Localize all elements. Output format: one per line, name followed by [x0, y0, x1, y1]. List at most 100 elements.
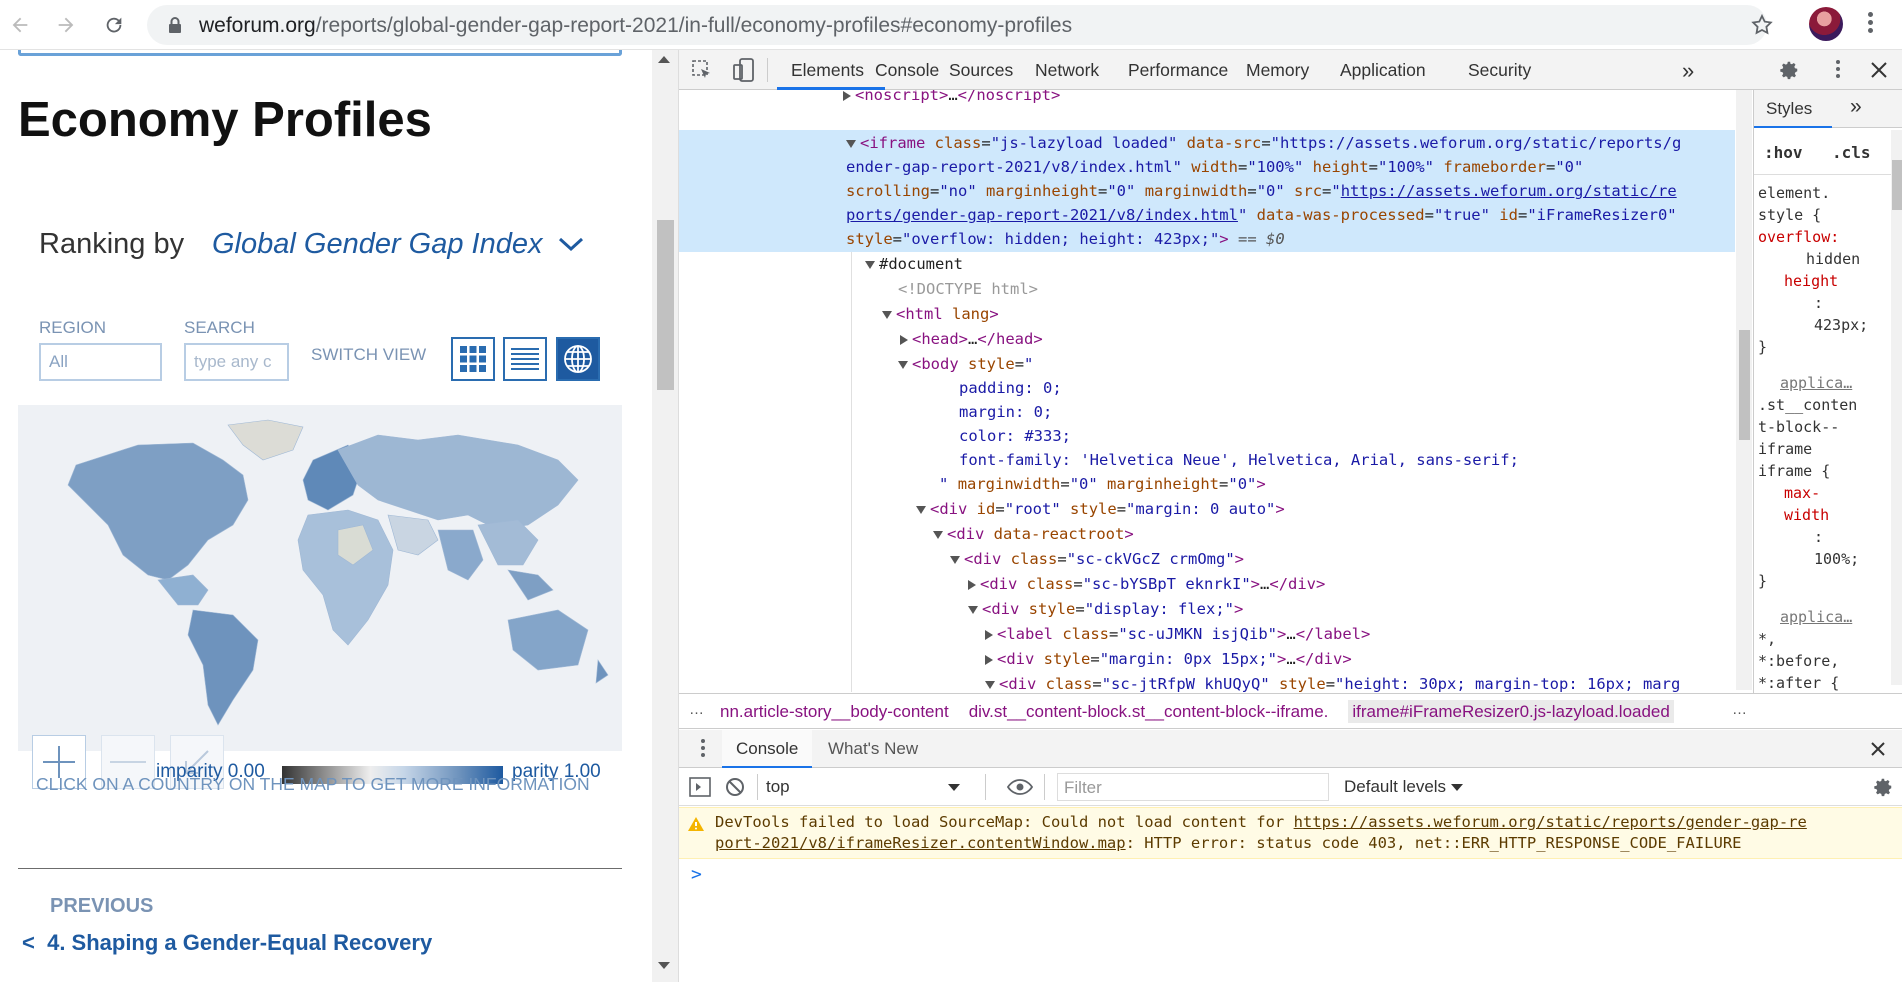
bookmark-star-icon[interactable] [1750, 13, 1774, 37]
dom-line[interactable]: padding: 0; [959, 376, 1062, 400]
style-line[interactable]: 423px; [1758, 314, 1896, 336]
menu-kebab-icon[interactable] [1868, 12, 1874, 38]
dom-line[interactable]: <body style=" [898, 352, 1033, 376]
previous-link[interactable]: < 4. Shaping a Gender-Equal Recovery [22, 930, 432, 956]
dom-line[interactable]: color: #333; [959, 424, 1071, 448]
breadcrumb-item[interactable]: div.st__content-block.st__content-block-… [969, 702, 1329, 721]
elements-scroll-thumb[interactable] [1739, 330, 1750, 440]
tab-application[interactable]: Application [1340, 60, 1426, 81]
dom-line[interactable]: <!DOCTYPE html> [898, 277, 1038, 301]
styles-rules[interactable]: element. style {overflow: hidden height:423… [1758, 182, 1896, 693]
dom-line[interactable]: <div style="margin: 0px 15px;">…</div> [985, 647, 1352, 671]
search-input[interactable]: type any c [184, 343, 289, 381]
page-scrollbar[interactable] [652, 50, 679, 982]
dom-line[interactable]: ports/gender-gap-report-2021/v8/index.ht… [846, 203, 1677, 227]
dom-line[interactable]: scrolling="no" marginheight="0" marginwi… [846, 179, 1677, 203]
reload-icon[interactable] [100, 11, 128, 39]
world-map[interactable] [18, 405, 622, 751]
style-line[interactable]: style { [1758, 204, 1896, 226]
tab-elements[interactable]: Elements [791, 60, 864, 81]
styles-more-button[interactable]: » [1850, 95, 1862, 119]
breadcrumb-item[interactable]: iframe#iFrameResizer0.js-lazyload.loaded [1348, 700, 1674, 723]
breadcrumb-item[interactable]: nn.article-story__body-content [720, 702, 949, 721]
style-line[interactable]: *, [1758, 628, 1896, 650]
eye-icon[interactable] [1007, 778, 1033, 796]
back-icon[interactable] [6, 11, 34, 39]
log-levels-select[interactable]: Default levels [1344, 777, 1463, 797]
style-line[interactable]: max- [1758, 482, 1896, 504]
clear-console-icon[interactable] [725, 777, 745, 797]
drawer-menu-icon[interactable] [701, 739, 706, 759]
style-line[interactable]: : [1758, 292, 1896, 314]
style-line[interactable]: applica… [1758, 372, 1896, 394]
console-prompt[interactable]: > [691, 864, 702, 885]
styles-scrollbar[interactable] [1891, 130, 1902, 685]
inspect-element-icon[interactable] [691, 59, 713, 81]
dom-line[interactable]: <label class="sc-uJMKN isjQib">…</label> [985, 622, 1370, 646]
style-line[interactable]: hidden [1758, 248, 1896, 270]
style-line[interactable]: applica… [1758, 606, 1896, 628]
elements-tree[interactable]: ••• <noscript>…</noscript> <iframe class… [679, 90, 1743, 693]
style-line[interactable]: height [1758, 270, 1896, 292]
styles-tab[interactable]: Styles [1766, 99, 1812, 119]
style-line[interactable]: *:before, [1758, 650, 1896, 672]
dom-line[interactable]: " marginwidth="0" marginheight="0"> [939, 472, 1266, 496]
scroll-down-icon[interactable] [658, 962, 670, 969]
map-view-button[interactable] [556, 337, 600, 381]
dom-line[interactable]: style="overflow: hidden; height: 423px;"… [846, 227, 1285, 251]
warning-link-cont[interactable]: port-2021/v8/iframeResizer.contentWindow… [715, 834, 1126, 852]
ranking-dropdown[interactable]: Global Gender Gap Index [212, 228, 585, 261]
tab-network[interactable]: Network [1035, 60, 1099, 81]
devtools-menu-icon[interactable] [1836, 60, 1841, 82]
style-line[interactable]: overflow: [1758, 226, 1896, 248]
close-devtools-icon[interactable] [1870, 61, 1888, 79]
page-scroll-thumb[interactable] [657, 220, 674, 390]
style-line[interactable]: .st__conten [1758, 394, 1896, 416]
drawer-tab-console[interactable]: Console [736, 739, 798, 759]
style-line[interactable]: } [1758, 570, 1896, 592]
scroll-up-icon[interactable] [658, 56, 670, 63]
style-line[interactable]: iframe { [1758, 460, 1896, 482]
breadcrumb-ellipsis[interactable]: … [689, 701, 704, 718]
tab-security[interactable]: Security [1468, 60, 1531, 81]
tab-console[interactable]: Console [875, 60, 939, 81]
dom-line[interactable]: <div style="display: flex;"> [968, 597, 1243, 621]
sidebar-toggle-icon[interactable] [689, 777, 711, 797]
warning-link[interactable]: https://assets.weforum.org/static/report… [1294, 813, 1807, 831]
style-line[interactable]: element. [1758, 182, 1896, 204]
region-select[interactable]: All [39, 343, 162, 381]
forward-icon[interactable] [52, 11, 80, 39]
style-line[interactable]: *:after { [1758, 672, 1896, 693]
context-select[interactable]: top [766, 772, 964, 802]
tab-sources[interactable]: Sources [949, 60, 1013, 81]
dom-line[interactable]: ender-gap-report-2021/v8/index.html" wid… [846, 155, 1583, 179]
style-line[interactable]: iframe [1758, 438, 1896, 460]
dom-line[interactable]: <head>…</head> [900, 327, 1043, 351]
console-filter-input[interactable]: Filter [1057, 773, 1329, 801]
tab-memory[interactable]: Memory [1246, 60, 1309, 81]
cls-toggle[interactable]: .cls [1832, 143, 1871, 162]
style-line[interactable]: t-block-- [1758, 416, 1896, 438]
dom-line[interactable]: <html lang> [882, 302, 999, 326]
style-line[interactable]: } [1758, 336, 1896, 358]
address-bar[interactable]: weforum.org/reports/global-gender-gap-re… [147, 5, 1773, 45]
style-line[interactable]: 100%; [1758, 548, 1896, 570]
list-view-button[interactable] [503, 337, 547, 381]
style-line[interactable]: : [1758, 526, 1896, 548]
style-line[interactable]: width [1758, 504, 1896, 526]
console-settings-icon[interactable] [1872, 776, 1894, 798]
avatar[interactable] [1809, 7, 1843, 41]
elements-scrollbar[interactable] [1736, 90, 1752, 690]
dom-line[interactable]: <noscript>…</noscript> [843, 90, 1060, 107]
console-warning-row[interactable]: DevTools failed to load SourceMap: Could… [679, 807, 1902, 859]
grid-view-button[interactable] [451, 337, 495, 381]
dom-line[interactable]: <div data-reactroot> [933, 522, 1134, 546]
dom-line-iframe[interactable]: <iframe class="js-lazyload loaded" data-… [846, 131, 1681, 155]
dom-line[interactable]: <div class="sc-ckVGcZ crmOmg"> [950, 547, 1244, 571]
more-tabs-button[interactable]: » [1682, 58, 1694, 84]
tab-performance[interactable]: Performance [1128, 60, 1228, 81]
device-toolbar-icon[interactable] [733, 58, 755, 82]
breadcrumb-ellipsis-right[interactable]: … [1732, 701, 1747, 718]
gear-icon[interactable] [1778, 59, 1800, 81]
dom-line[interactable]: <div id="root" style="margin: 0 auto"> [916, 497, 1285, 521]
